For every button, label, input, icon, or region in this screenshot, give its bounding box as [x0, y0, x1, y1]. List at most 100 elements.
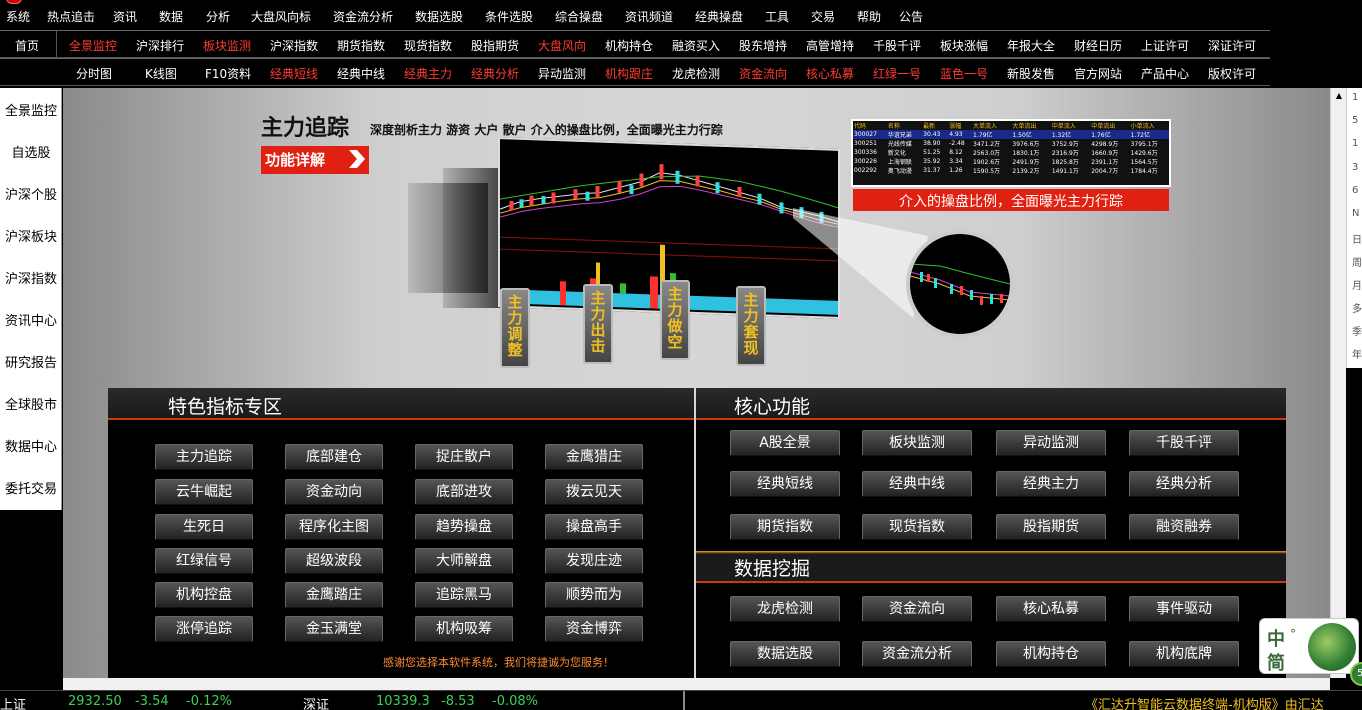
- nav1-item[interactable]: 高管增持: [806, 37, 854, 54]
- nav2-item[interactable]: 新股发售: [1007, 65, 1055, 82]
- menu-classic[interactable]: 经典操盘: [695, 8, 743, 25]
- nav2-item[interactable]: 经典分析: [471, 65, 519, 82]
- indicator-button[interactable]: 金玉满堂: [285, 616, 383, 642]
- nav1-item[interactable]: 板块涨幅: [940, 37, 988, 54]
- indicator-button[interactable]: 涨停追踪: [155, 616, 253, 642]
- ime-toolbar[interactable]: 中 简 °: [1259, 618, 1359, 674]
- period-label[interactable]: 1: [1352, 92, 1358, 103]
- period-label[interactable]: 周: [1352, 254, 1362, 269]
- menu-news[interactable]: 资讯: [113, 8, 137, 25]
- nav2-item[interactable]: 产品中心: [1141, 65, 1189, 82]
- indicator-button[interactable]: 程序化主图: [285, 514, 383, 540]
- nav2-item[interactable]: 红绿一号: [873, 65, 921, 82]
- nav1-item[interactable]: 全景监控: [69, 37, 117, 54]
- indicator-button[interactable]: 金鹰猎庄: [545, 444, 643, 470]
- indicator-button[interactable]: 机构控盘: [155, 582, 253, 608]
- sidebar-item-news[interactable]: 资讯中心: [0, 310, 62, 329]
- period-label[interactable]: 3: [1352, 162, 1358, 173]
- core-button[interactable]: 板块监测: [862, 430, 972, 456]
- nav1-item[interactable]: 沪深排行: [136, 37, 184, 54]
- nav1-item[interactable]: 期货指数: [337, 37, 385, 54]
- period-label[interactable]: 日: [1352, 231, 1362, 246]
- core-button[interactable]: A股全景: [730, 430, 840, 456]
- menu-system[interactable]: 系统: [6, 8, 30, 25]
- scroll-up-icon[interactable]: ▲: [1331, 88, 1347, 104]
- menu-composite[interactable]: 综合操盘: [555, 8, 603, 25]
- indicator-button[interactable]: 云牛崛起: [155, 479, 253, 505]
- period-label[interactable]: 季: [1352, 323, 1362, 338]
- nav2-item[interactable]: 蓝色一号: [940, 65, 988, 82]
- sidebar-item-research[interactable]: 研究报告: [0, 352, 62, 371]
- sidebar-item-stocks[interactable]: 沪深个股: [0, 184, 62, 203]
- nav2-item[interactable]: 经典中线: [337, 65, 385, 82]
- nav2-item[interactable]: 资金流向: [739, 65, 787, 82]
- nav1-item[interactable]: 上证许可: [1141, 37, 1189, 54]
- period-label[interactable]: 1: [1352, 138, 1358, 149]
- indicator-button[interactable]: 发现庄迹: [545, 548, 643, 574]
- indicator-button[interactable]: 金鹰踏庄: [285, 582, 383, 608]
- core-button[interactable]: 经典主力: [996, 471, 1106, 497]
- nav2-item[interactable]: 经典主力: [404, 65, 452, 82]
- vertical-scrollbar[interactable]: ▲ ▼: [1330, 88, 1346, 678]
- menu-fund-flow[interactable]: 资金流分析: [333, 8, 393, 25]
- horizontal-scrollbar[interactable]: [63, 678, 1330, 690]
- menu-hot[interactable]: 热点追击: [47, 8, 95, 25]
- feature-detail-button[interactable]: 功能详解: [261, 146, 369, 174]
- nav2-item[interactable]: 版权许可: [1208, 65, 1256, 82]
- core-button[interactable]: 经典分析: [1129, 471, 1239, 497]
- period-label[interactable]: 多: [1352, 300, 1362, 315]
- sidebar-item-trade[interactable]: 委托交易: [0, 478, 62, 497]
- data-button[interactable]: 资金流分析: [862, 641, 972, 667]
- core-button[interactable]: 融资融券: [1129, 514, 1239, 540]
- indicator-button[interactable]: 主力追踪: [155, 444, 253, 470]
- indicator-button[interactable]: 资金动向: [285, 479, 383, 505]
- nav2-item[interactable]: 龙虎检测: [672, 65, 720, 82]
- data-button[interactable]: 核心私募: [996, 596, 1106, 622]
- ime-mode[interactable]: 中: [1267, 625, 1285, 651]
- nav2-item[interactable]: F10资料: [205, 65, 251, 82]
- core-button[interactable]: 经典中线: [862, 471, 972, 497]
- menu-cond-pick[interactable]: 条件选股: [485, 8, 533, 25]
- indicator-button[interactable]: 顺势而为: [545, 582, 643, 608]
- data-button[interactable]: 机构持仓: [996, 641, 1106, 667]
- core-button[interactable]: 异动监测: [996, 430, 1106, 456]
- core-button[interactable]: 股指期货: [996, 514, 1106, 540]
- nav1-item[interactable]: 板块监测: [203, 37, 251, 54]
- menu-trade[interactable]: 交易: [811, 8, 835, 25]
- indicator-button[interactable]: 机构吸筹: [415, 616, 513, 642]
- indicator-button[interactable]: 大师解盘: [415, 548, 513, 574]
- ime-charset[interactable]: 简: [1267, 649, 1285, 675]
- menu-help[interactable]: 帮助: [857, 8, 881, 25]
- notification-badge[interactable]: 5: [1350, 662, 1362, 686]
- indicator-button[interactable]: 趋势操盘: [415, 514, 513, 540]
- nav1-item[interactable]: 融资买入: [672, 37, 720, 54]
- period-label[interactable]: N: [1352, 208, 1359, 219]
- sidebar-item-sectors[interactable]: 沪深板块: [0, 226, 62, 245]
- ime-punct[interactable]: °: [1290, 627, 1296, 641]
- menu-analysis[interactable]: 分析: [206, 8, 230, 25]
- core-button[interactable]: 千股千评: [1129, 430, 1239, 456]
- indicator-button[interactable]: 底部建仓: [285, 444, 383, 470]
- data-button[interactable]: 事件驱动: [1129, 596, 1239, 622]
- nav1-item[interactable]: 股东增持: [739, 37, 787, 54]
- indicator-button[interactable]: 红绿信号: [155, 548, 253, 574]
- data-button[interactable]: 数据选股: [730, 641, 840, 667]
- period-label[interactable]: 年: [1352, 346, 1362, 361]
- menu-market-wind[interactable]: 大盘风向标: [251, 8, 311, 25]
- nav1-item[interactable]: 股指期货: [471, 37, 519, 54]
- nav2-item[interactable]: 官方网站: [1074, 65, 1122, 82]
- indicator-button[interactable]: 拨云见天: [545, 479, 643, 505]
- menu-data-pick[interactable]: 数据选股: [415, 8, 463, 25]
- indicator-button[interactable]: 生死日: [155, 514, 253, 540]
- nav1-item[interactable]: 千股千评: [873, 37, 921, 54]
- period-label[interactable]: 5: [1352, 115, 1358, 126]
- sidebar-item-global[interactable]: 全球股市: [0, 394, 62, 413]
- period-label[interactable]: 6: [1352, 185, 1358, 196]
- data-button[interactable]: 机构底牌: [1129, 641, 1239, 667]
- data-button[interactable]: 龙虎检测: [730, 596, 840, 622]
- nav1-item[interactable]: 首页: [15, 37, 39, 54]
- indicator-button[interactable]: 底部进攻: [415, 479, 513, 505]
- nav1-item[interactable]: 现货指数: [404, 37, 452, 54]
- indicator-button[interactable]: 操盘高手: [545, 514, 643, 540]
- sidebar-item-indexes[interactable]: 沪深指数: [0, 268, 62, 287]
